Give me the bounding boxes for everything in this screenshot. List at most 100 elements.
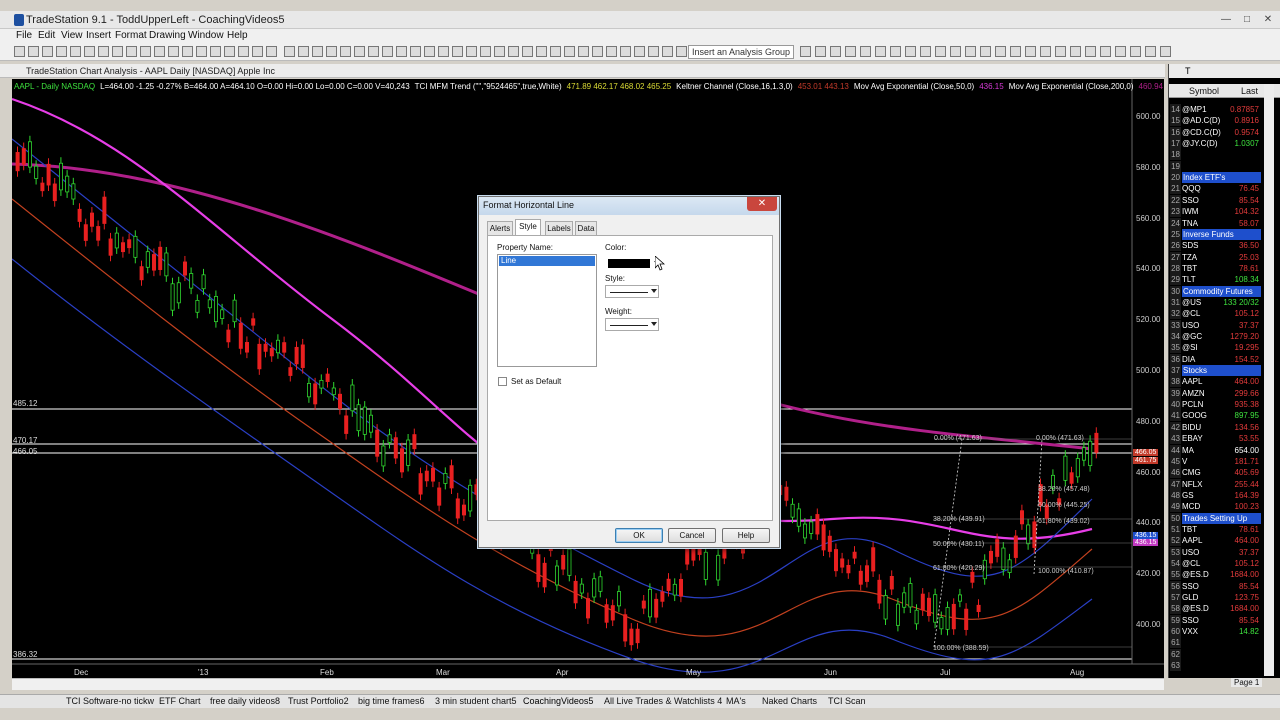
toolbar-tool-icon[interactable] <box>168 46 179 57</box>
toolbar-tool-icon[interactable] <box>326 46 337 57</box>
toolbar-tool-icon[interactable] <box>340 46 351 57</box>
toolbar-tool-icon[interactable] <box>438 46 449 57</box>
horizontal-line-label[interactable]: 470.17 <box>13 436 37 445</box>
workspace-tab[interactable]: All Live Trades & Watchlists 4 <box>604 696 722 706</box>
menu-insert[interactable]: Insert <box>86 30 111 41</box>
menu-drawing[interactable]: Drawing <box>149 30 186 41</box>
toolbar-tool-icon[interactable] <box>312 46 323 57</box>
toolbar-tool-icon[interactable] <box>196 46 207 57</box>
column-symbol[interactable]: Symbol <box>1189 86 1219 96</box>
menu-format[interactable]: Format <box>115 30 147 41</box>
workspace-tab[interactable]: big time frames6 <box>358 696 425 706</box>
toolbar-tool-icon[interactable] <box>252 46 263 57</box>
toolbar-tool-icon[interactable] <box>1025 46 1036 57</box>
tab-data[interactable]: Data <box>575 221 597 235</box>
menu-help[interactable]: Help <box>227 30 248 41</box>
dialog-close-button[interactable]: ✕ <box>747 197 777 211</box>
toolbar-tool-icon[interactable] <box>182 46 193 57</box>
toolbar-tool-icon[interactable] <box>1055 46 1066 57</box>
toolbar-tool-icon[interactable] <box>830 46 841 57</box>
toolbar-tool-icon[interactable] <box>14 46 25 57</box>
workspace-tab[interactable]: free daily videos8 <box>210 696 280 706</box>
menu-window[interactable]: Window <box>188 30 224 41</box>
toolbar-tool-icon[interactable] <box>550 46 561 57</box>
toolbar-tool-icon[interactable] <box>995 46 1006 57</box>
toolbar-tool-icon[interactable] <box>284 46 295 57</box>
toolbar-tool-icon[interactable] <box>905 46 916 57</box>
toolbar-tool-icon[interactable] <box>298 46 309 57</box>
toolbar-tool-icon[interactable] <box>396 46 407 57</box>
workspace-tab[interactable]: Naked Charts <box>762 696 817 706</box>
toolbar-tool-icon[interactable] <box>354 46 365 57</box>
workspace-tab[interactable]: TCI Scan <box>828 696 866 706</box>
color-picker[interactable] <box>606 258 660 269</box>
toolbar-tool-icon[interactable] <box>1100 46 1111 57</box>
workspace-tab[interactable]: MA's <box>726 696 746 706</box>
toolbar-tool-icon[interactable] <box>238 46 249 57</box>
toolbar-tool-icon[interactable] <box>1130 46 1141 57</box>
toolbar-tool-icon[interactable] <box>382 46 393 57</box>
toolbar-tool-icon[interactable] <box>634 46 645 57</box>
toolbar-tool-icon[interactable] <box>1145 46 1156 57</box>
radar-vertical-scrollbar[interactable] <box>1264 84 1274 676</box>
horizontal-line-label[interactable]: 485.12 <box>13 399 37 408</box>
column-last[interactable]: Last <box>1241 86 1258 96</box>
cancel-button[interactable]: Cancel <box>668 528 716 543</box>
toolbar-tool-icon[interactable] <box>84 46 95 57</box>
toolbar-tool-icon[interactable] <box>935 46 946 57</box>
toolbar-tool-icon[interactable] <box>980 46 991 57</box>
toolbar-tool-icon[interactable] <box>860 46 871 57</box>
toolbar-tool-icon[interactable] <box>950 46 961 57</box>
toolbar-tool-icon[interactable] <box>606 46 617 57</box>
toolbar-tool-icon[interactable] <box>56 46 67 57</box>
toolbar-tool-icon[interactable] <box>368 46 379 57</box>
toolbar-tool-icon[interactable] <box>70 46 81 57</box>
toolbar-tool-icon[interactable] <box>224 46 235 57</box>
tab-alerts[interactable]: Alerts <box>487 221 513 235</box>
chart-horizontal-scrollbar[interactable] <box>12 678 1164 690</box>
radar-screen-titlebar[interactable]: T <box>1169 64 1280 78</box>
toolbar-tool-icon[interactable] <box>800 46 811 57</box>
line-weight-select[interactable] <box>605 318 659 331</box>
property-item-line[interactable]: Line <box>499 256 595 266</box>
workspace-tab[interactable]: ETF Chart <box>159 696 201 706</box>
workspace-tab[interactable]: 3 min student chart5 <box>435 696 517 706</box>
toolbar-tool-icon[interactable] <box>112 46 123 57</box>
toolbar-tool-icon[interactable] <box>1085 46 1096 57</box>
workspace-tab[interactable]: CoachingVideos5 <box>523 696 593 706</box>
toolbar-tool-icon[interactable] <box>140 46 151 57</box>
page-tab[interactable]: Page 1 <box>1231 678 1263 687</box>
chevron-down-icon[interactable] <box>651 289 657 293</box>
toolbar-tool-icon[interactable] <box>1010 46 1021 57</box>
toolbar-tool-icon[interactable] <box>522 46 533 57</box>
toolbar-tool-icon[interactable] <box>466 46 477 57</box>
toolbar-tool-icon[interactable] <box>564 46 575 57</box>
toolbar-tool-icon[interactable] <box>920 46 931 57</box>
toolbar-tool-icon[interactable] <box>154 46 165 57</box>
toolbar-tool-icon[interactable] <box>592 46 603 57</box>
toolbar-tool-icon[interactable] <box>845 46 856 57</box>
dialog-titlebar[interactable]: Format Horizontal Line ✕ <box>479 197 779 215</box>
toolbar-tool-icon[interactable] <box>126 46 137 57</box>
toolbar-tool-icon[interactable] <box>210 46 221 57</box>
workspace-tab[interactable]: Trust Portfolio2 <box>288 696 349 706</box>
workspace-tab[interactable]: TCI Software-no tickw <box>66 696 154 706</box>
toolbar-tool-icon[interactable] <box>28 46 39 57</box>
toolbar-tool-icon[interactable] <box>662 46 673 57</box>
tab-style[interactable]: Style <box>515 219 541 236</box>
help-button[interactable]: Help <box>722 528 770 543</box>
toolbar-tool-icon[interactable] <box>536 46 547 57</box>
set-as-default-checkbox[interactable] <box>498 377 507 386</box>
tab-labels[interactable]: Labels <box>545 221 573 235</box>
toolbar-tool-icon[interactable] <box>1115 46 1126 57</box>
toolbar-tool-icon[interactable] <box>98 46 109 57</box>
toolbar-tool-icon[interactable] <box>648 46 659 57</box>
line-style-select[interactable] <box>605 285 659 298</box>
toolbar-tool-icon[interactable] <box>965 46 976 57</box>
menu-file[interactable]: File <box>16 30 32 41</box>
ok-button[interactable]: OK <box>615 528 663 543</box>
toolbar-tool-icon[interactable] <box>266 46 277 57</box>
toolbar-tool-icon[interactable] <box>620 46 631 57</box>
close-button[interactable]: ✕ <box>1258 13 1278 27</box>
property-name-list[interactable]: Line <box>497 254 597 367</box>
